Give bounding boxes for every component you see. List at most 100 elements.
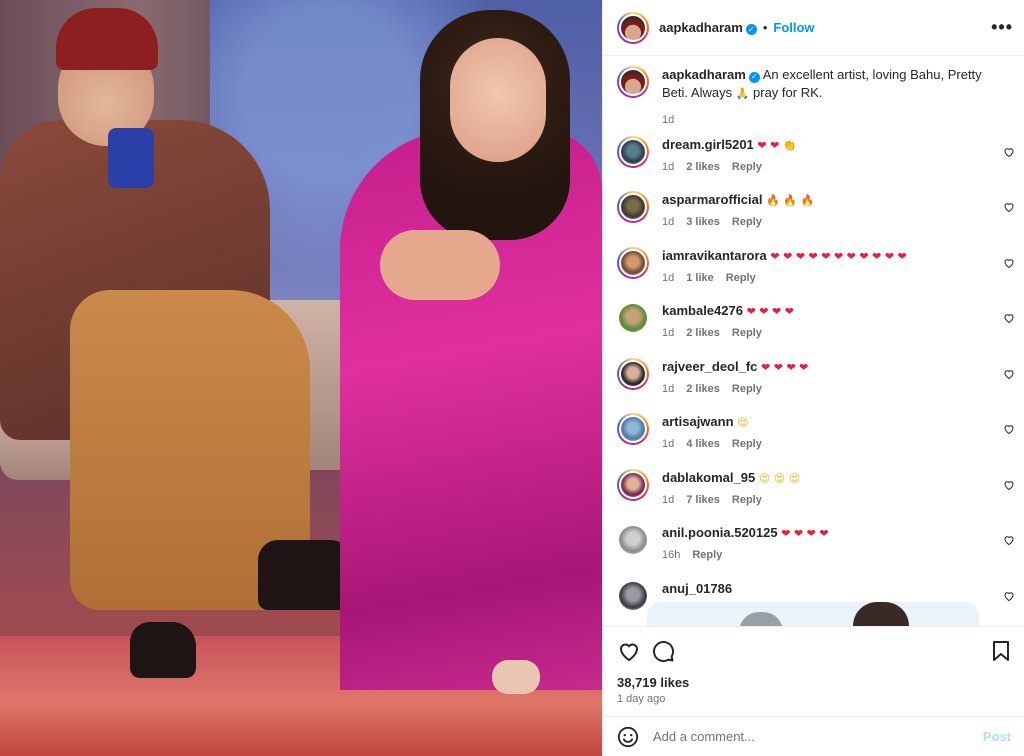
separator-dot: • xyxy=(762,20,768,35)
comment-body: artisajwann 😍 1d 4 likes Reply xyxy=(662,413,982,450)
comment-item: artisajwann 😍 1d 4 likes Reply xyxy=(617,413,1017,450)
caption-text-end: pray for RK. xyxy=(749,85,823,100)
comment-likes-count[interactable]: 2 likes xyxy=(686,327,720,339)
more-options-icon[interactable]: ••• xyxy=(991,17,1013,38)
reply-button[interactable]: Reply xyxy=(732,494,762,506)
comment-like-heart-icon[interactable] xyxy=(1003,590,1015,602)
microphone xyxy=(108,128,154,188)
attachment-figure-right xyxy=(853,602,909,626)
comment-item: iamravikantarora ❤ ❤ ❤ ❤ ❤ ❤ ❤ ❤ ❤ ❤ ❤ 1… xyxy=(617,247,1017,284)
attachment-figure-left xyxy=(739,612,783,626)
comment-bubble-icon[interactable] xyxy=(651,639,675,663)
post-photo[interactable] xyxy=(0,0,602,756)
comment-body: iamravikantarora ❤ ❤ ❤ ❤ ❤ ❤ ❤ ❤ ❤ ❤ ❤ 1… xyxy=(662,247,982,284)
commenter-username[interactable]: kambale4276 xyxy=(662,303,743,318)
comment-item: anil.poonia.520125 ❤ ❤ ❤ ❤ 16h Reply xyxy=(617,524,1017,561)
instagram-post-modal: aapkadharam ✓ • Follow ••• aapkadharam ✓ A… xyxy=(0,0,1024,756)
heart-outline-icon[interactable] xyxy=(617,639,641,663)
woman-foot xyxy=(492,660,540,694)
caption-avatar[interactable] xyxy=(617,66,649,98)
owner-username[interactable]: aapkadharam xyxy=(659,20,743,35)
comments-list[interactable]: aapkadharam ✓ An excellent artist, loving… xyxy=(603,56,1024,626)
commenter-avatar[interactable] xyxy=(617,191,649,223)
commenter-avatar[interactable] xyxy=(619,582,647,610)
owner-username-wrap: aapkadharam ✓ xyxy=(659,19,757,37)
commenter-avatar[interactable] xyxy=(617,413,649,445)
commenter-avatar[interactable] xyxy=(619,304,647,332)
comment-item: kambale4276 ❤ ❤ ❤ ❤ 1d 2 likes Reply xyxy=(617,302,1017,339)
comment-likes-count[interactable]: 2 likes xyxy=(686,383,720,395)
post-caption: aapkadharam ✓ An excellent artist, loving… xyxy=(617,66,1017,129)
comment-like-heart-icon[interactable] xyxy=(1003,479,1015,491)
caption-avatar-image xyxy=(619,68,647,96)
reply-button[interactable]: Reply xyxy=(726,272,756,284)
commenter-avatar[interactable] xyxy=(617,469,649,501)
comment-text: 🔥 🔥 🔥 xyxy=(766,194,815,207)
comment-like-heart-icon[interactable] xyxy=(1003,368,1015,380)
commenter-username[interactable]: anuj_01786 xyxy=(662,581,732,596)
comment-like-heart-icon[interactable] xyxy=(1003,423,1015,435)
comment-like-heart-icon[interactable] xyxy=(1003,312,1015,324)
caption-username[interactable]: aapkadharam xyxy=(662,67,746,82)
commenter-username[interactable]: iamravikantarora xyxy=(662,248,767,263)
bookmark-icon[interactable] xyxy=(989,639,1013,663)
reply-button[interactable]: Reply xyxy=(732,216,762,228)
comment-text: ❤ ❤ ❤ ❤ xyxy=(746,305,794,318)
commenter-avatar[interactable] xyxy=(617,136,649,168)
woman-face xyxy=(450,38,546,162)
smiley-icon[interactable] xyxy=(617,726,639,748)
comment-text: ❤ ❤ ❤ ❤ ❤ ❤ ❤ ❤ ❤ ❤ ❤ xyxy=(770,250,907,263)
comment-body: asparmarofficial 🔥 🔥 🔥 1d 3 likes Reply xyxy=(662,191,982,228)
comment-likes-count[interactable]: 7 likes xyxy=(686,494,720,506)
comment-like-heart-icon[interactable] xyxy=(1003,146,1015,158)
commenter-avatar-image xyxy=(619,249,647,277)
comment-time: 1d xyxy=(662,161,675,173)
comment-likes-count[interactable]: 4 likes xyxy=(686,438,720,450)
comment-body: kambale4276 ❤ ❤ ❤ ❤ 1d 2 likes Reply xyxy=(662,302,982,339)
commenter-username[interactable]: dablakomal_95 xyxy=(662,470,755,485)
follow-button[interactable]: Follow xyxy=(773,20,814,35)
commenter-username[interactable]: asparmarofficial xyxy=(662,192,762,207)
caption-body: aapkadharam ✓ An excellent artist, loving… xyxy=(662,66,1002,129)
comment-time: 1d xyxy=(662,438,675,450)
comment-text: 😍 😍 😍 xyxy=(758,472,801,485)
commenter-avatar[interactable] xyxy=(619,526,647,554)
reply-button[interactable]: Reply xyxy=(732,438,762,450)
comment-body: anil.poonia.520125 ❤ ❤ ❤ ❤ 16h Reply xyxy=(662,524,982,561)
commenter-username[interactable]: artisajwann xyxy=(662,414,734,429)
comment-time: 1d xyxy=(662,383,675,395)
reply-button[interactable]: Reply xyxy=(732,383,762,395)
commenter-username[interactable]: dream.girl5201 xyxy=(662,137,754,152)
man-cap xyxy=(56,8,158,70)
post-comment-button[interactable]: Post xyxy=(983,729,1011,744)
commenter-avatar-image xyxy=(619,471,647,499)
verified-badge-icon: ✓ xyxy=(748,71,760,83)
commenter-avatar[interactable] xyxy=(617,358,649,390)
commenter-username[interactable]: rajveer_deol_fc xyxy=(662,359,757,374)
comment-time: 1d xyxy=(662,272,675,284)
comment-item: dablakomal_95 😍 😍 😍 1d 7 likes Reply xyxy=(617,469,1017,506)
commenter-avatar[interactable] xyxy=(617,247,649,279)
verified-badge-icon: ✓ xyxy=(745,23,757,35)
caption-time: 1d xyxy=(662,114,675,126)
likes-count[interactable]: 38,719 likes xyxy=(617,675,689,690)
comment-image-attachment[interactable] xyxy=(647,602,979,626)
comment-time: 1d xyxy=(662,216,675,228)
reply-button[interactable]: Reply xyxy=(732,161,762,173)
owner-avatar[interactable] xyxy=(617,11,649,44)
comment-like-heart-icon[interactable] xyxy=(1003,534,1015,546)
comment-time: 1d xyxy=(662,494,675,506)
comment-input[interactable] xyxy=(653,729,973,744)
commenter-username[interactable]: anil.poonia.520125 xyxy=(662,525,778,540)
comment-text: ❤ ❤ ❤ ❤ xyxy=(761,361,809,374)
comment-text: ❤ ❤ ❤ ❤ xyxy=(781,527,829,540)
comment-like-heart-icon[interactable] xyxy=(1003,201,1015,213)
comment-likes-count[interactable]: 2 likes xyxy=(686,161,720,173)
comment-text: 😍 xyxy=(737,416,749,429)
comment-like-heart-icon[interactable] xyxy=(1003,257,1015,269)
comment-likes-count[interactable]: 1 like xyxy=(686,272,714,284)
reply-button[interactable]: Reply xyxy=(692,549,722,561)
comment-likes-count[interactable]: 3 likes xyxy=(686,216,720,228)
reply-button[interactable]: Reply xyxy=(732,327,762,339)
owner-avatar-image xyxy=(619,13,647,42)
